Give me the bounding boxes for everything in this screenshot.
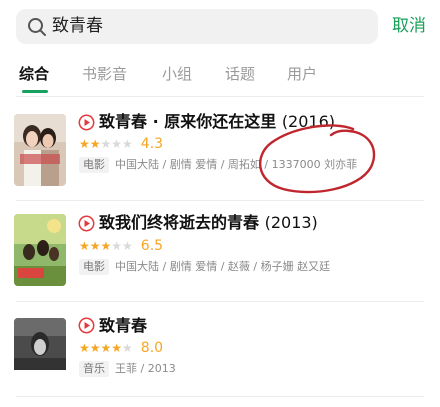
poster-image	[14, 114, 66, 186]
result-item[interactable]: 致青春 ★★★★★ 8.0 音乐 王菲 / 2013	[0, 301, 440, 401]
search-input[interactable]: 致青春	[52, 15, 103, 38]
meta-text: 王菲 / 2013	[115, 362, 176, 375]
result-title[interactable]: 致我们终将逝去的青春 (2013)	[99, 212, 318, 234]
result-item[interactable]: 致我们终将逝去的青春 (2013) ★★★★★ 6.5 电影 中国大陆 / 剧情…	[0, 200, 440, 300]
play-icon	[78, 215, 95, 232]
rating: ★★★★★ 6.5	[79, 238, 163, 254]
result-item[interactable]: 致青春 · 原来你还在这里 (2016) ★★★★★ 4.3 电影 中国大陆 /…	[0, 100, 440, 200]
album-cover	[14, 318, 66, 390]
rating-score: 4.3	[140, 136, 164, 152]
category-tag: 电影	[79, 157, 109, 173]
result-title[interactable]: 致青春	[99, 315, 147, 337]
rating-stars: ★★★★★	[79, 341, 133, 355]
rating: ★★★★★ 8.0	[79, 340, 163, 356]
tab-users[interactable]: 用户	[287, 62, 317, 86]
play-icon	[78, 317, 95, 334]
active-tab-indicator	[22, 90, 48, 93]
poster-image	[14, 214, 66, 286]
meta-text: 中国大陆 / 剧情 爱情 / 周拓如 / 1337000 刘亦菲	[115, 158, 358, 171]
cancel-button[interactable]: 取消	[392, 14, 426, 38]
search-icon	[28, 18, 46, 36]
result-title[interactable]: 致青春 · 原来你还在这里 (2016)	[99, 111, 335, 133]
category-tag: 音乐	[79, 361, 109, 377]
tab-groups[interactable]: 小组	[162, 62, 192, 86]
rating-stars: ★★★★★	[79, 137, 133, 151]
category-tag: 电影	[79, 259, 109, 275]
result-meta: 电影 中国大陆 / 剧情 爱情 / 赵薇 / 杨子姗 赵又廷	[79, 259, 330, 275]
tab-topics[interactable]: 话题	[225, 62, 255, 86]
result-meta: 音乐 王菲 / 2013	[79, 361, 176, 377]
divider	[16, 96, 424, 97]
rating-score: 8.0	[140, 340, 164, 356]
divider	[16, 396, 424, 397]
play-icon	[78, 114, 95, 131]
result-meta: 电影 中国大陆 / 剧情 爱情 / 周拓如 / 1337000 刘亦菲	[79, 157, 357, 173]
meta-text: 中国大陆 / 剧情 爱情 / 赵薇 / 杨子姗 赵又廷	[115, 260, 331, 273]
rating-stars: ★★★★★	[79, 239, 133, 253]
search-bar[interactable]: 致青春	[16, 9, 378, 44]
rating-score: 6.5	[140, 238, 164, 254]
tab-books-movies-music[interactable]: 书影音	[82, 62, 127, 86]
tab-all[interactable]: 综合	[19, 62, 49, 86]
rating: ★★★★★ 4.3	[79, 136, 163, 152]
tab-bar: 综合 书影音 小组 话题 用户	[0, 62, 440, 93]
